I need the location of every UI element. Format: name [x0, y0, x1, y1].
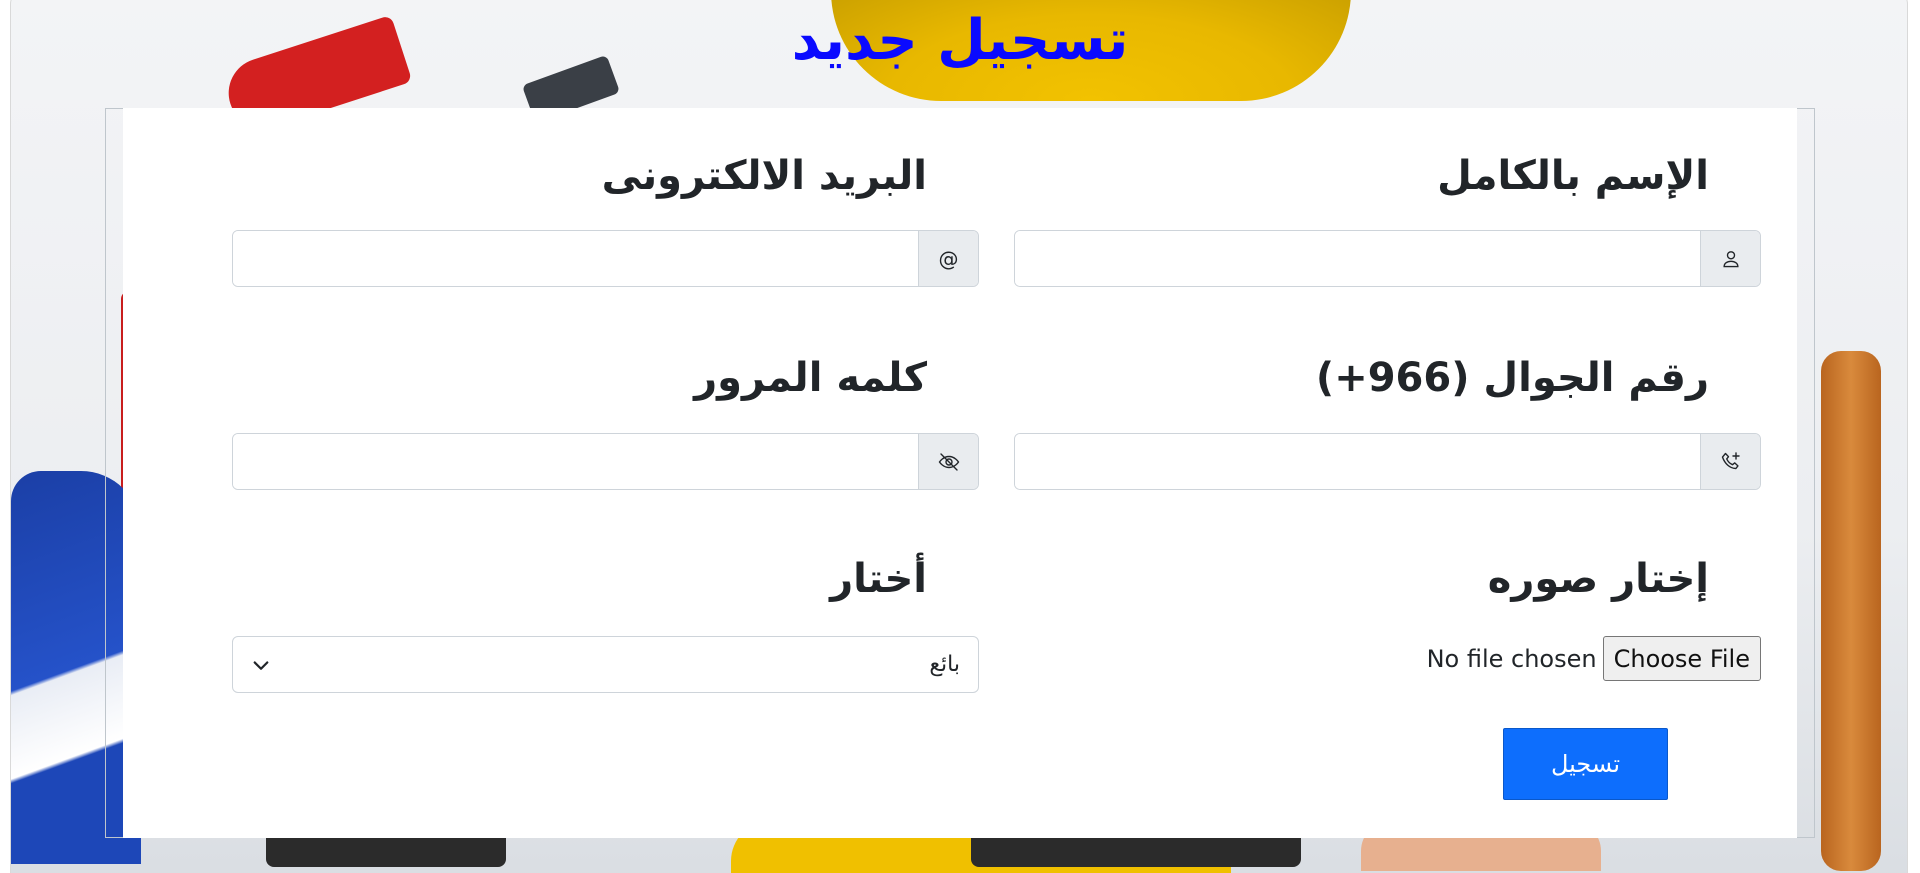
email-input[interactable]	[233, 231, 918, 286]
phone-group	[1014, 433, 1761, 490]
password-input[interactable]	[233, 434, 918, 489]
role-select[interactable]: بائع	[232, 636, 979, 693]
hammer-handle-decoration	[1821, 351, 1881, 871]
full-name-group	[1014, 230, 1761, 287]
file-status-text: No file chosen	[1426, 644, 1597, 673]
phone-label: رقم الجوال (966+)	[1315, 355, 1709, 401]
photo-file-picker: No file chosen Choose File	[1427, 636, 1761, 681]
chevron-down-icon	[251, 655, 271, 675]
email-label: البريد الالكترونى	[601, 153, 927, 199]
role-selected-value: بائع	[929, 652, 960, 677]
role-label: أختار	[830, 556, 927, 602]
eye-slash-icon[interactable]	[918, 434, 978, 489]
full-name-label: الإسم بالكامل	[1437, 153, 1709, 199]
full-name-input[interactable]	[1015, 231, 1700, 286]
email-group: @	[232, 230, 979, 287]
register-button[interactable]: تسجيل	[1503, 728, 1668, 800]
phone-plus-icon	[1700, 434, 1760, 489]
page-title: تسجيل جديد	[791, 8, 1129, 73]
photo-label: إختار صوره	[1487, 556, 1709, 602]
at-sign-icon: @	[918, 231, 978, 286]
registration-form: الإسم بالكامل البريد الالكترونى @ رقم ال…	[123, 108, 1797, 838]
person-icon	[1700, 231, 1760, 286]
phone-input[interactable]	[1015, 434, 1700, 489]
password-label: كلمه المرور	[694, 355, 927, 401]
choose-file-button[interactable]: Choose File	[1602, 636, 1761, 681]
password-group	[232, 433, 979, 490]
